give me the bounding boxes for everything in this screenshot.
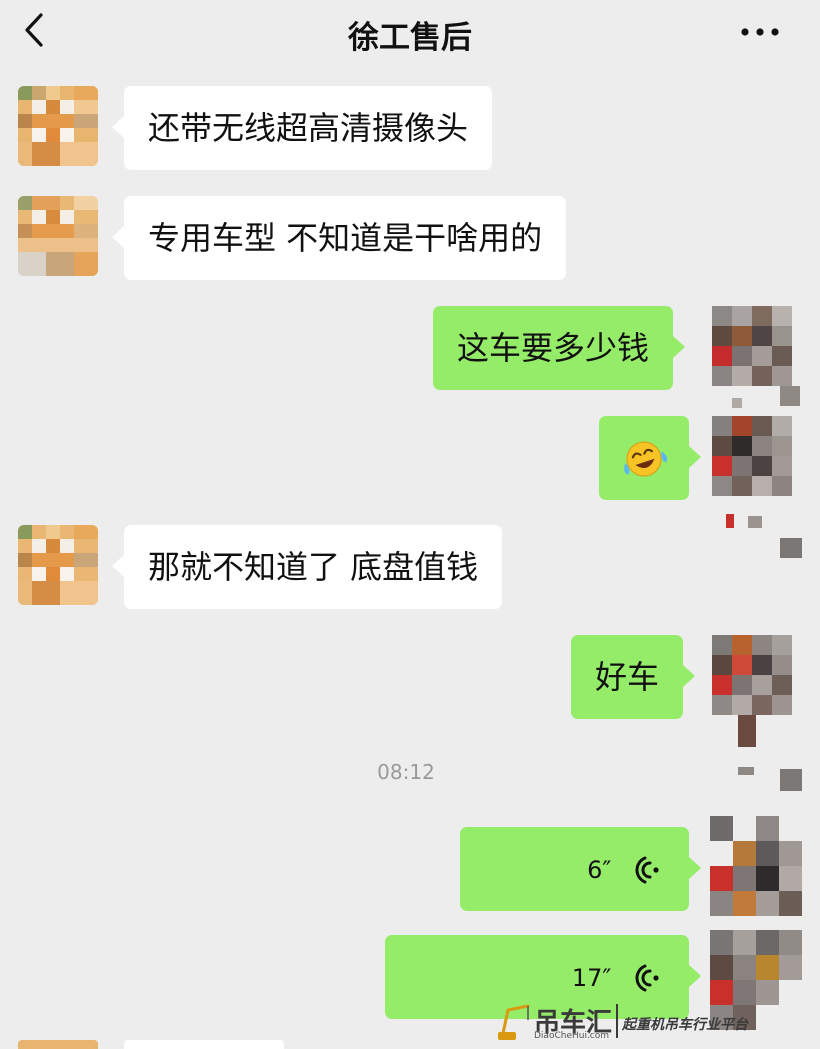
voice-wave-icon bbox=[635, 856, 659, 884]
voice-wave-icon bbox=[635, 964, 659, 992]
message-text: 专用车型 不知道是干啥用的 bbox=[148, 219, 543, 257]
user-avatar[interactable] bbox=[710, 816, 802, 916]
chat-header: 徐工售后 bbox=[0, 0, 820, 62]
message-text: 还带无线超高清摄像头 bbox=[148, 109, 469, 147]
more-dots-icon bbox=[741, 28, 779, 36]
message-bubble-incoming[interactable]: 还带无线超高清摄像头 bbox=[111, 86, 493, 170]
message-bubble-partial bbox=[124, 1040, 284, 1049]
contact-avatar[interactable] bbox=[18, 86, 98, 166]
contact-avatar-partial bbox=[18, 1040, 98, 1049]
contact-avatar[interactable] bbox=[18, 196, 98, 276]
user-avatar[interactable] bbox=[712, 306, 800, 408]
message-bubble-outgoing[interactable] bbox=[599, 416, 701, 500]
more-button[interactable] bbox=[736, 12, 784, 52]
message-bubble-incoming[interactable]: 专用车型 不知道是干啥用的 bbox=[111, 196, 567, 280]
crane-logo-icon bbox=[498, 1004, 530, 1040]
contact-avatar[interactable] bbox=[18, 525, 98, 605]
chat-screen: 徐工售后 还带无线超高清摄像头 专用车型 不知道是干啥用的 这车要多少钱 那就不… bbox=[0, 0, 820, 1049]
watermark-domain: DiaoCheHui.com bbox=[534, 1031, 610, 1041]
message-text: 那就不知道了 底盘值钱 bbox=[148, 548, 479, 586]
message-text: 好车 bbox=[595, 658, 660, 696]
watermark-divider bbox=[616, 1004, 618, 1038]
watermark: 吊车汇 DiaoCheHui.com 起重机吊车行业平台 bbox=[498, 1000, 818, 1044]
message-text: 这车要多少钱 bbox=[457, 329, 650, 367]
voice-message-bubble[interactable]: 6″ bbox=[460, 827, 701, 911]
user-avatar[interactable] bbox=[712, 635, 802, 791]
voice-duration: 6″ bbox=[587, 856, 612, 884]
user-avatar[interactable] bbox=[712, 416, 802, 558]
chat-title: 徐工售后 bbox=[348, 20, 472, 56]
message-bubble-incoming[interactable]: 那就不知道了 底盘值钱 bbox=[111, 525, 503, 609]
message-bubble-outgoing[interactable]: 这车要多少钱 bbox=[433, 306, 686, 390]
message-timestamp: 08:12 bbox=[377, 760, 435, 784]
watermark-slogan: 起重机吊车行业平台 bbox=[622, 1017, 748, 1033]
message-bubble-outgoing[interactable]: 好车 bbox=[571, 635, 696, 719]
tears-of-joy-emoji bbox=[624, 441, 668, 477]
